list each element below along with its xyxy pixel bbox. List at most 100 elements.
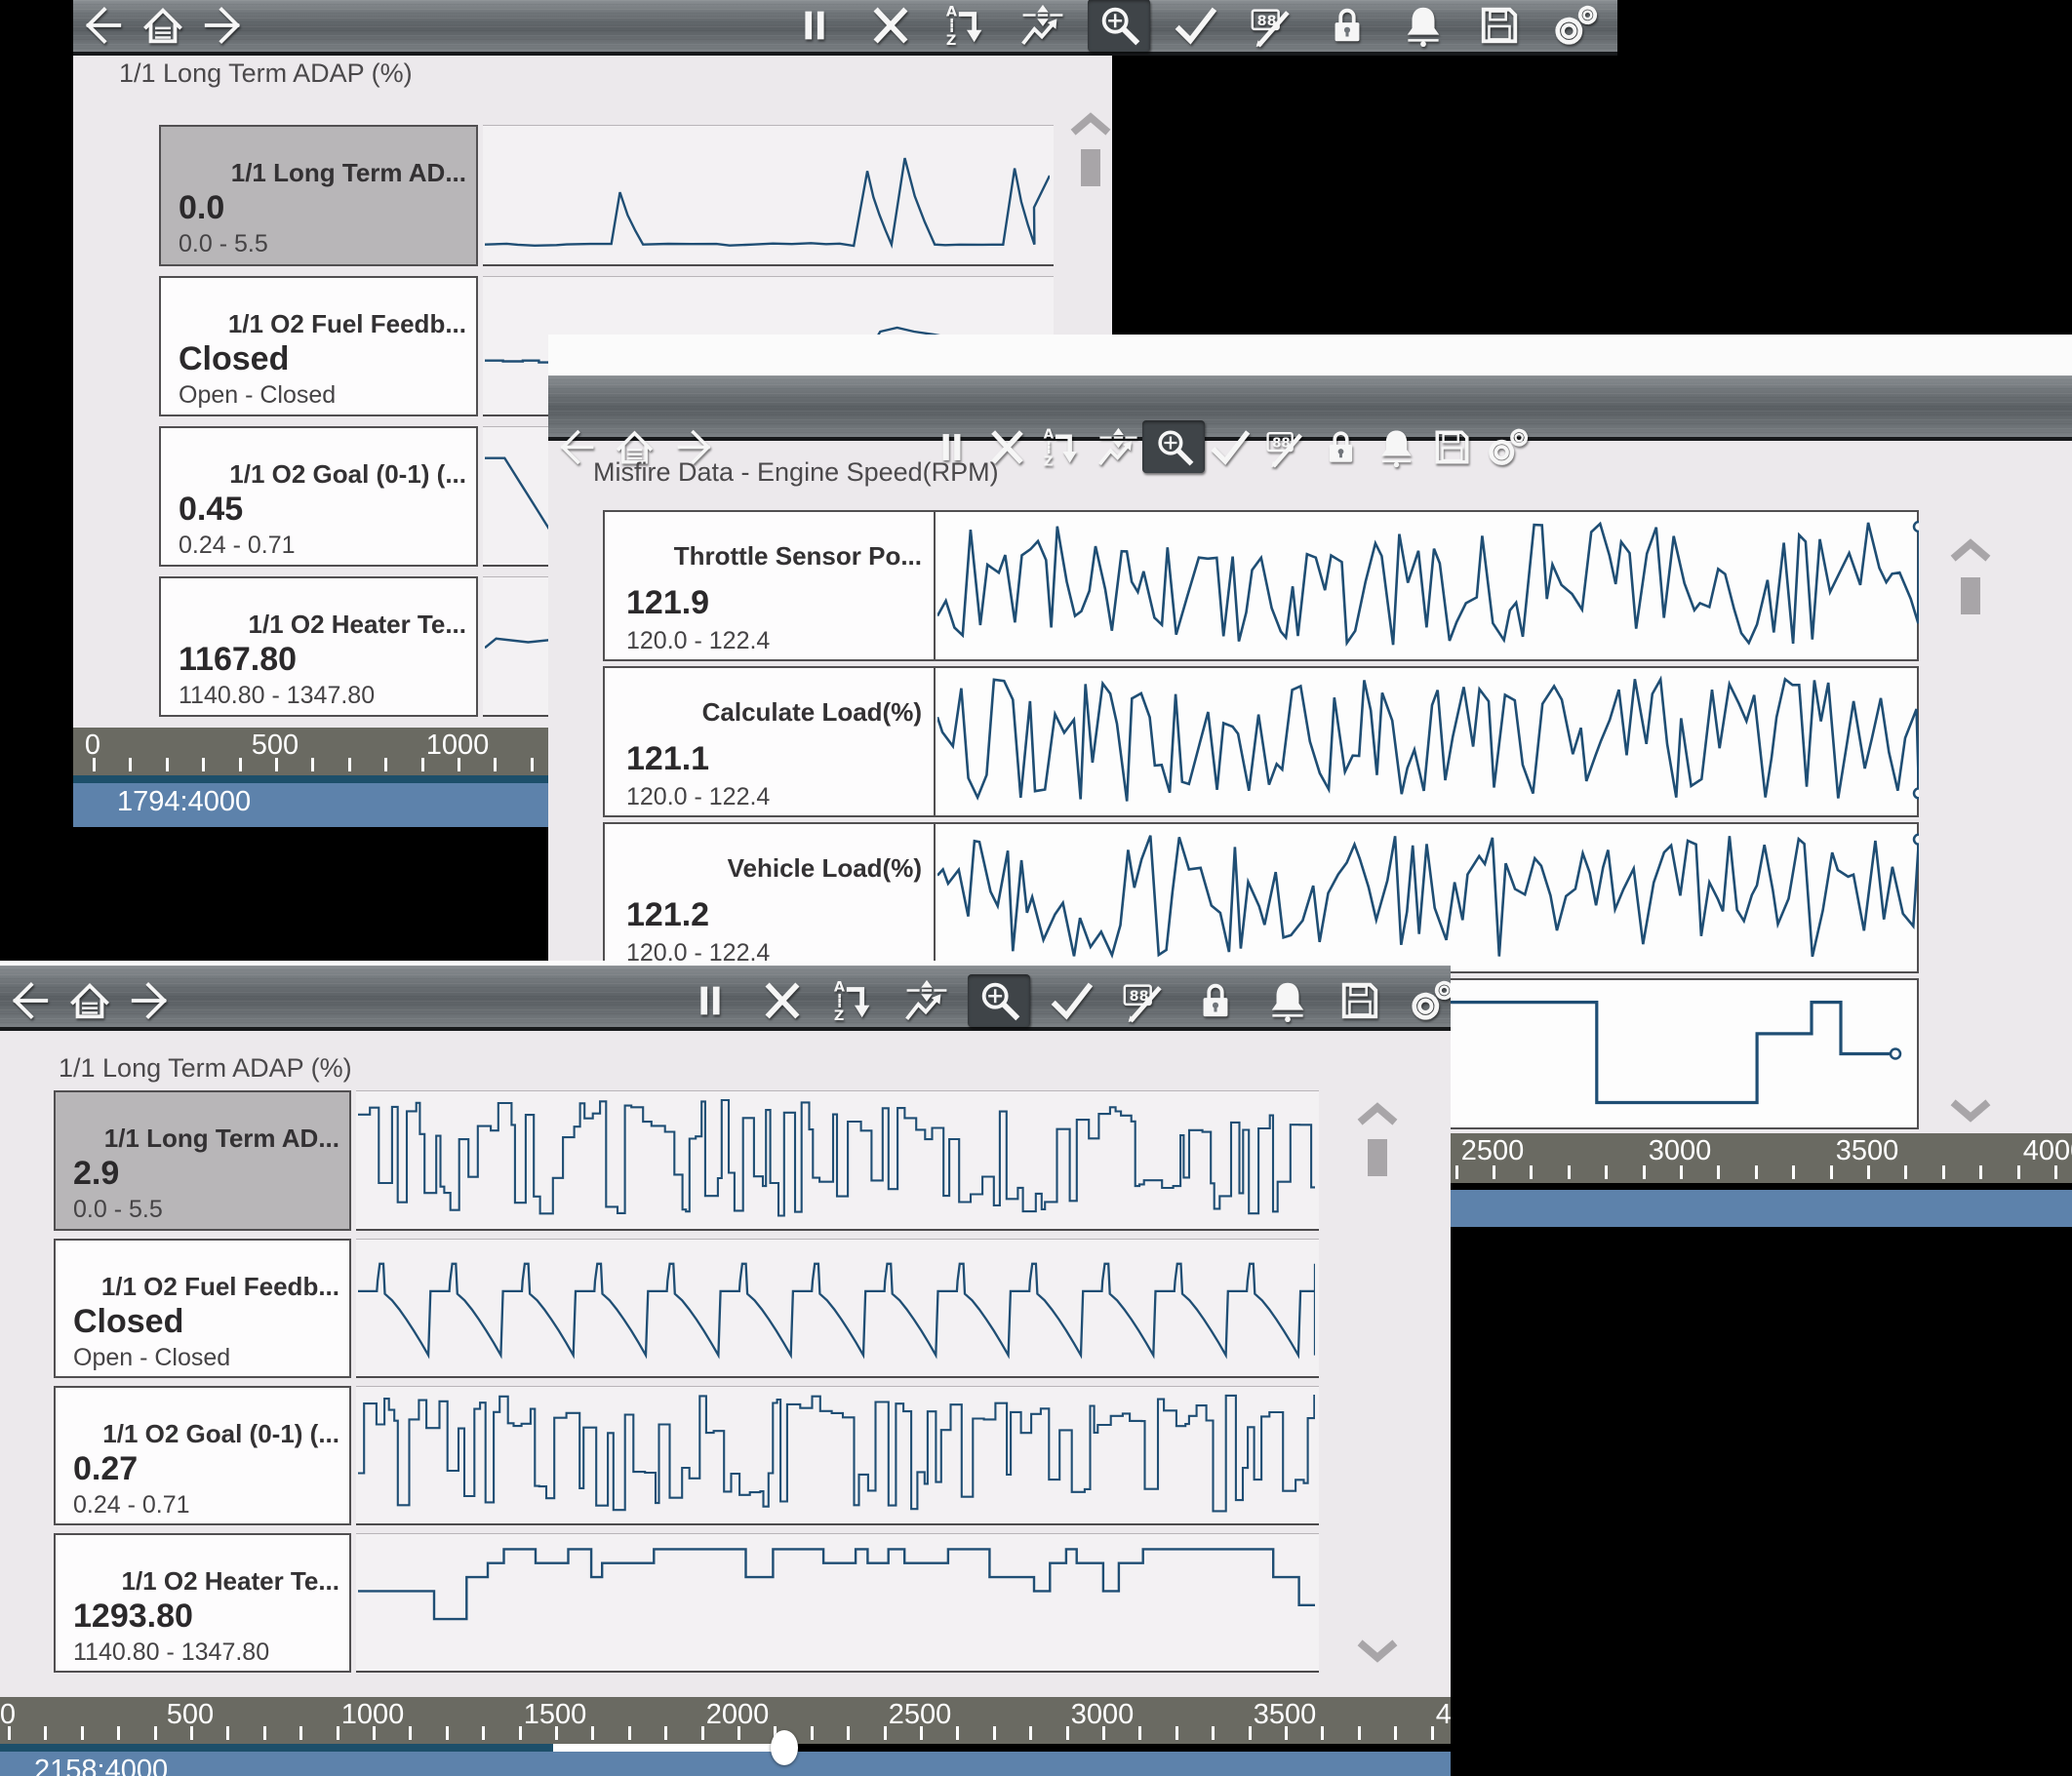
- ruler-tick: [1175, 1726, 1178, 1740]
- timeline-scrollbar[interactable]: 2158:4000: [0, 1752, 1451, 1776]
- ruler-tick: [81, 1726, 84, 1740]
- ruler-tick: [263, 1726, 266, 1740]
- parameter-tile[interactable]: 1/1 O2 Goal (0-1) (...0.450.24 - 0.71: [159, 426, 478, 567]
- forward-icon[interactable]: [126, 976, 175, 1025]
- scroll-thumb[interactable]: [1081, 149, 1100, 186]
- ruler-tick: [519, 1726, 522, 1740]
- alerts-icon[interactable]: [1399, 1, 1448, 50]
- lock-icon[interactable]: [1316, 422, 1365, 471]
- ruler-tick: [1792, 1165, 1795, 1179]
- parameter-tile[interactable]: Vehicle Load(%)121.2120.0 - 122.4: [603, 822, 1919, 973]
- parameter-label-area: Throttle Sensor Po...121.9120.0 - 122.4: [605, 512, 934, 659]
- waveform-graph: [485, 128, 1050, 260]
- ruler-tick: [737, 1726, 740, 1740]
- lock-icon[interactable]: [1191, 976, 1240, 1025]
- confirm-icon[interactable]: [1047, 976, 1096, 1025]
- ruler-tick: [458, 758, 460, 771]
- parameter-tile[interactable]: 1/1 Long Term AD...0.00.0 - 5.5: [159, 125, 478, 266]
- zoom-icon[interactable]: [1088, 0, 1150, 52]
- auto-scale-icon[interactable]: [1094, 422, 1142, 471]
- parameter-tile[interactable]: 1/1 Long Term AD...2.90.0 - 5.5: [54, 1090, 351, 1231]
- ruler-tick: [956, 1726, 959, 1740]
- parameter-tile[interactable]: 1/1 O2 Goal (0-1) (...0.270.24 - 0.71: [54, 1386, 351, 1525]
- parameter-graph-area: [934, 668, 1917, 815]
- position-line-segment: [553, 1744, 772, 1752]
- waveform-graph: [937, 670, 1919, 813]
- ruler-tick: [93, 758, 96, 771]
- back-icon[interactable]: [78, 1, 127, 50]
- forward-icon[interactable]: [199, 1, 248, 50]
- ruler-tick: [348, 758, 351, 771]
- ruler-tick: [1717, 1165, 1720, 1179]
- ruler-tick: [482, 1726, 485, 1740]
- save-icon[interactable]: [1335, 976, 1384, 1025]
- timeline-ruler[interactable]: 05001000150020002500300035004000: [0, 1697, 1451, 1744]
- scroll-thumb[interactable]: [1368, 1139, 1387, 1176]
- sort-az-icon[interactable]: AZ: [942, 1, 991, 50]
- lock-icon[interactable]: [1323, 1, 1372, 50]
- ruler-label: 2500: [1461, 1135, 1525, 1167]
- parameter-tile[interactable]: 1/1 O2 Heater Te...1167.801140.80 - 1347…: [159, 576, 478, 717]
- pause-icon[interactable]: [790, 1, 839, 50]
- custom-display-icon[interactable]: 88: [1119, 976, 1168, 1025]
- parameter-tile[interactable]: Calculate Load(%)121.1120.0 - 122.4: [603, 666, 1919, 817]
- alerts-icon[interactable]: [1263, 976, 1312, 1025]
- scroll-down-icon[interactable]: [1355, 1638, 1400, 1663]
- parameter-label-area: Calculate Load(%)121.1120.0 - 122.4: [605, 668, 934, 815]
- parameter-tile[interactable]: 1/1 O2 Fuel Feedb...ClosedOpen - Closed: [54, 1239, 351, 1378]
- ruler-tick: [1867, 1165, 1870, 1179]
- parameter-tile[interactable]: 1/1 O2 Heater Te...1293.801140.80 - 1347…: [54, 1533, 351, 1673]
- parameter-tile[interactable]: Throttle Sensor Po...121.9120.0 - 122.4: [603, 510, 1919, 661]
- position-line-segment: [0, 1744, 553, 1752]
- back-icon[interactable]: [5, 976, 54, 1025]
- confirm-icon[interactable]: [1205, 422, 1254, 471]
- parameter-graph-row: [356, 1239, 1319, 1378]
- confirm-icon[interactable]: [1171, 1, 1219, 50]
- waveform-graph: [358, 1242, 1315, 1372]
- pause-icon[interactable]: [686, 976, 735, 1025]
- settings-icon[interactable]: [1483, 422, 1532, 471]
- parameter-name: 1/1 O2 Fuel Feedb...: [101, 1272, 339, 1302]
- ruler-tick: [311, 758, 314, 771]
- ruler-tick: [1358, 1726, 1361, 1740]
- scroll-up-icon[interactable]: [1068, 112, 1113, 138]
- parameter-name: 1/1 Long Term AD...: [231, 158, 466, 188]
- parameter-tile[interactable]: 1/1 O2 Fuel Feedb...ClosedOpen - Closed: [159, 276, 478, 416]
- close-icon[interactable]: [866, 1, 915, 50]
- parameter-range: 0.24 - 0.71: [73, 1491, 190, 1519]
- position-line-segment: [73, 775, 619, 783]
- save-icon[interactable]: [1427, 422, 1476, 471]
- parameter-value: 121.2: [626, 896, 709, 934]
- auto-scale-icon[interactable]: [1018, 1, 1067, 50]
- parameter-graph-row: [356, 1386, 1319, 1525]
- sort-az-icon[interactable]: AZ: [830, 976, 879, 1025]
- settings-icon[interactable]: [1408, 976, 1451, 1025]
- scroll-down-icon[interactable]: [1948, 1097, 1993, 1123]
- zoom-icon[interactable]: [1142, 420, 1205, 473]
- home-icon[interactable]: [65, 976, 114, 1025]
- ruler-tick: [373, 1726, 376, 1740]
- close-icon[interactable]: [758, 976, 807, 1025]
- timeline-position-line: [0, 1744, 1451, 1752]
- parameter-name: Throttle Sensor Po...: [674, 541, 922, 572]
- ruler-tick: [226, 1726, 229, 1740]
- settings-icon[interactable]: [1551, 1, 1600, 50]
- custom-display-icon[interactable]: 88: [1260, 422, 1309, 471]
- sort-az-icon[interactable]: AZ: [1038, 422, 1087, 471]
- parameter-graph-row: [483, 125, 1054, 266]
- alerts-icon[interactable]: [1372, 422, 1420, 471]
- custom-display-icon[interactable]: 88: [1247, 1, 1295, 50]
- position-knob[interactable]: [771, 1730, 798, 1765]
- ruler-tick: [190, 1726, 193, 1740]
- scroll-thumb[interactable]: [1961, 577, 1980, 614]
- save-icon[interactable]: [1475, 1, 1524, 50]
- parameter-name: 1/1 O2 Heater Te...: [248, 610, 466, 640]
- home-icon[interactable]: [139, 1, 187, 50]
- zoom-icon[interactable]: [968, 974, 1030, 1027]
- scroll-up-icon[interactable]: [1355, 1102, 1400, 1127]
- ruler-tick: [1680, 1165, 1683, 1179]
- scroll-up-icon[interactable]: [1948, 538, 1993, 564]
- parameter-value: 1293.80: [73, 1598, 193, 1636]
- ruler-tick: [1212, 1726, 1215, 1740]
- auto-scale-icon[interactable]: [902, 976, 951, 1025]
